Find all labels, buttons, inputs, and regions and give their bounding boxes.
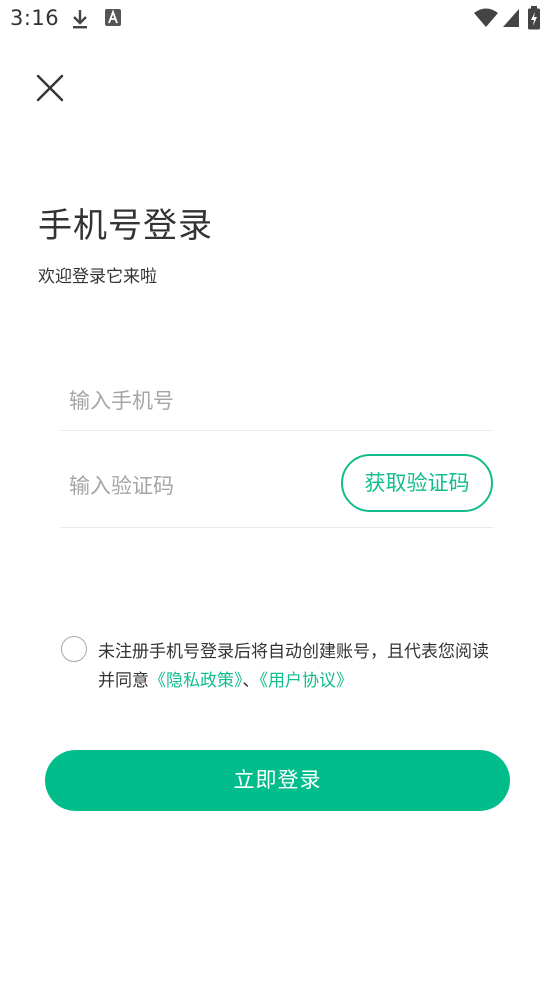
page-title: 手机号登录	[38, 206, 213, 246]
phone-field	[61, 372, 493, 431]
privacy-policy-link[interactable]: 《隐私政策》	[149, 671, 243, 691]
battery-icon	[528, 6, 540, 30]
signal-icon	[503, 9, 519, 27]
agreement-separator: 、	[242, 671, 260, 691]
wifi-icon	[474, 8, 498, 27]
close-icon	[36, 74, 64, 102]
phone-input[interactable]	[69, 386, 479, 416]
code-field: 获取验证码	[61, 453, 493, 528]
status-time: 3:16	[10, 6, 60, 30]
agreement-text: 未注册手机号登录后将自动创建账号，且代表您阅读并同意《隐私政策》、《用户协议》	[98, 638, 498, 696]
user-agreement-link[interactable]: 《用户协议》	[260, 671, 354, 691]
agree-radio[interactable]	[61, 636, 87, 662]
close-button[interactable]	[30, 68, 70, 108]
code-input[interactable]	[69, 471, 319, 501]
download-icon	[73, 10, 87, 29]
get-code-button[interactable]: 获取验证码	[341, 454, 493, 512]
login-button[interactable]: 立即登录	[45, 750, 510, 811]
a-icon	[105, 9, 121, 26]
status-bar: 3:16	[0, 0, 554, 38]
page-subtitle: 欢迎登录它来啦	[38, 267, 157, 287]
